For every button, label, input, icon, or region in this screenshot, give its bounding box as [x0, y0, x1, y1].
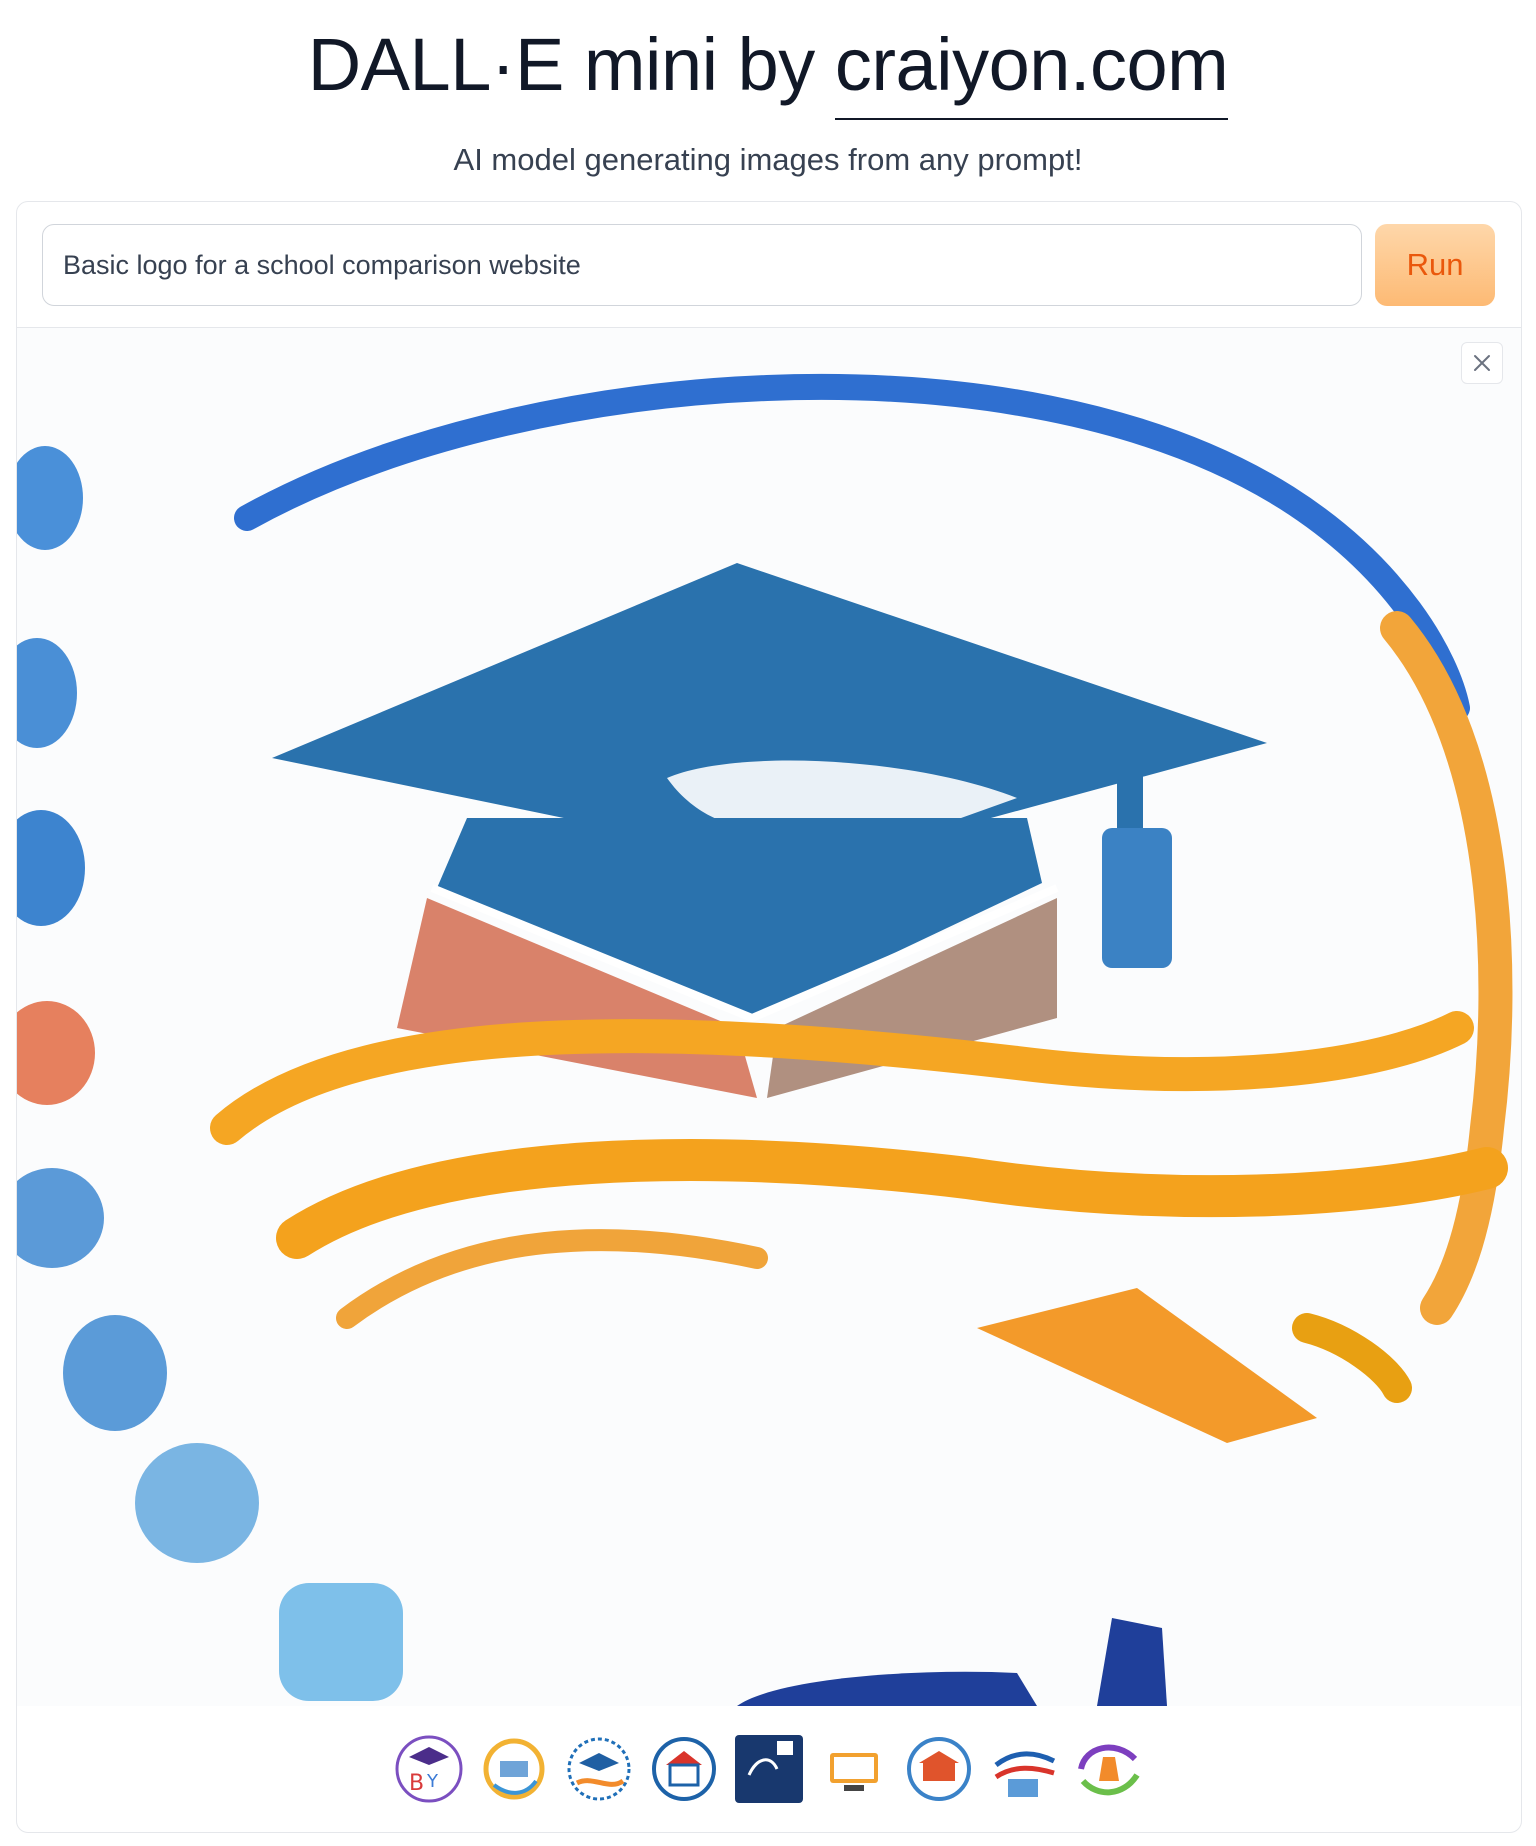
page-title: DALL·E mini by craiyon.com	[0, 22, 1536, 120]
thumbnail-6[interactable]	[820, 1735, 888, 1803]
header: DALL·E mini by craiyon.com AI model gene…	[0, 0, 1536, 178]
thumbnail-5[interactable]	[735, 1735, 803, 1803]
thumbnail-8[interactable]	[990, 1735, 1058, 1803]
thumbnail-3[interactable]	[565, 1735, 633, 1803]
thumbnail-9[interactable]	[1075, 1735, 1143, 1803]
thumbnail-strip: BY	[17, 1706, 1521, 1832]
generated-logo-image	[17, 328, 1521, 1706]
svg-text:B: B	[409, 1771, 424, 1796]
thumbnail-4[interactable]	[650, 1735, 718, 1803]
close-button[interactable]	[1461, 342, 1503, 384]
svg-text:Y: Y	[426, 1771, 439, 1792]
prompt-row: Run	[17, 202, 1521, 328]
close-icon	[1474, 355, 1490, 371]
title-prefix: DALL·E mini by	[307, 23, 835, 106]
run-button[interactable]: Run	[1375, 224, 1495, 306]
generator-card: Run	[16, 201, 1522, 1833]
generated-image	[17, 328, 1521, 1706]
thumbnail-1[interactable]: BY	[395, 1735, 463, 1803]
craiyon-link[interactable]: craiyon.com	[834, 22, 1229, 120]
prompt-input[interactable]	[42, 224, 1362, 306]
thumbnail-7[interactable]	[905, 1735, 973, 1803]
page: DALL·E mini by craiyon.com AI model gene…	[0, 0, 1536, 1846]
thumbnail-2[interactable]	[480, 1735, 548, 1803]
page-subtitle: AI model generating images from any prom…	[453, 142, 1083, 177]
